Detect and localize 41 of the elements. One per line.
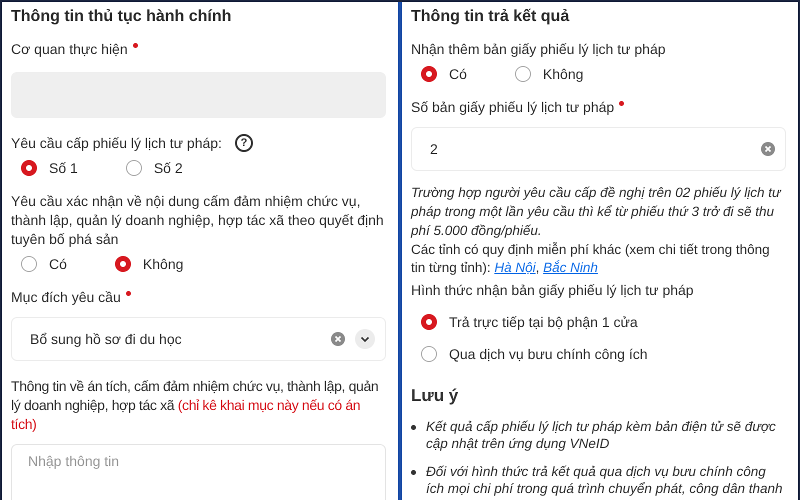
option-label[interactable]: Trả trực tiếp tại bộ phận 1 cửa	[449, 314, 638, 330]
field-label: Cơ quan thực hiện	[11, 40, 128, 59]
clear-icon[interactable]	[761, 142, 775, 156]
radio-button[interactable]	[21, 160, 37, 176]
question-label: Nhận thêm bản giấy phiếu lý lịch tư pháp	[411, 40, 666, 59]
option-label[interactable]: Không	[142, 256, 184, 272]
province-note: Các tỉnh có quy định miễn phí khác (xem chi tiết trong thông tin từng tỉnh): Hà Nội, Bắc Ninh	[411, 241, 771, 277]
option-label[interactable]: Qua dịch vụ bưu chính công ích	[449, 346, 648, 362]
help-icon[interactable]: ?	[234, 134, 253, 152]
radio-button[interactable]	[421, 346, 437, 362]
radio-button[interactable]	[421, 66, 437, 82]
section-title: Thông tin thủ tục hành chính	[11, 8, 232, 26]
dropdown-field[interactable]: Bổ sung hồ sơ đi du học	[11, 317, 386, 361]
field-label: Số bản giấy phiếu lý lịch tư pháp	[411, 98, 614, 117]
option-label[interactable]: Có	[449, 66, 467, 82]
province-link[interactable]: Hà Nội	[494, 260, 536, 275]
province-link[interactable]: Bắc Ninh	[543, 260, 598, 275]
option-label[interactable]: Số 2	[154, 160, 183, 176]
question-label: Hình thức nhận bản giấy phiếu lý lịch tư pháp	[411, 281, 694, 300]
note-text: Kết quả cấp phiếu lý lịch tư pháp kèm bản điện tử sẽ được cập nhật trên ứng dụng VNeID	[426, 418, 777, 452]
note-text: Đối với hình thức trả kết quả qua dịch vụ bưu chính công ích mọi chi phí trong quá trình chuyển phát, công dân thanh	[426, 463, 784, 497]
input-field[interactable]: 2	[411, 127, 786, 171]
bullet-icon	[411, 470, 416, 475]
option-label[interactable]: Số 1	[49, 160, 78, 176]
question-label: Yêu cầu cấp phiếu lý lịch tư pháp:	[11, 134, 222, 153]
section-title: Thông tin trả kết quả	[411, 8, 570, 26]
option-label[interactable]: Có	[49, 256, 67, 272]
chevron-down-icon[interactable]	[355, 329, 375, 349]
radio-button[interactable]	[21, 256, 37, 272]
bullet-icon	[411, 425, 416, 430]
radio-button[interactable]	[421, 314, 437, 330]
radio-button[interactable]	[514, 66, 531, 82]
radio-button[interactable]	[114, 256, 131, 272]
radio-button[interactable]	[126, 160, 142, 176]
clear-icon[interactable]	[331, 332, 345, 346]
field-label: Thông tin về án tích, cấm đảm nhiệm chức vụ, thành lập, quản lý doanh nghiệp, hợp tác xã (chỉ kê khai mục này nếu có án tích)	[11, 377, 380, 434]
question-label: Yêu cầu xác nhận về nội dung cấm đảm nhiệm chức vụ, thành lập, quản lý doanh nghiệp, hợp tác xã theo quyết định tuyên bố phá sản	[11, 192, 385, 249]
section-title: Lưu ý	[411, 386, 460, 406]
option-label[interactable]: Không	[542, 66, 584, 82]
field-label: Mục đích yêu cầu	[11, 288, 121, 307]
fee-note: Trường hợp người yêu cầu cấp đề nghị trên 02 phiếu lý lịch tư pháp trong một lần yêu cầu thì kể từ phiếu thứ 3 trở đi sẽ thu phí 5.000 đồng/phiếu.	[411, 184, 782, 240]
